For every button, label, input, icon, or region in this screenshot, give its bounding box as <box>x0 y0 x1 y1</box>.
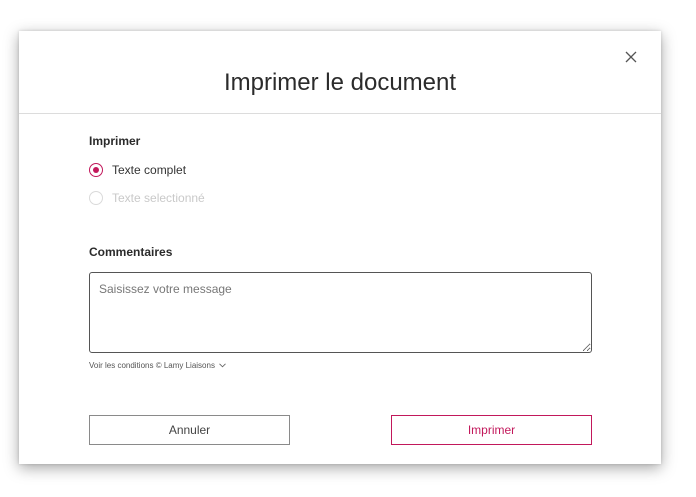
print-dialog: Imprimer le document Imprimer Texte comp… <box>19 31 661 464</box>
cancel-button[interactable]: Annuler <box>89 415 290 445</box>
conditions-link[interactable]: Voir les conditions © Lamy Liaisons <box>89 361 226 370</box>
radio-option-selected-text[interactable]: Texte selectionné <box>89 190 205 206</box>
radio-selected-text-label: Texte selectionné <box>112 191 205 205</box>
radio-full-text-label: Texte complet <box>112 163 187 177</box>
print-button[interactable]: Imprimer <box>391 415 592 445</box>
close-button[interactable] <box>623 49 639 65</box>
radio-selected-text-disabled[interactable] <box>89 191 103 205</box>
dialog-title: Imprimer le document <box>223 69 457 96</box>
chevron-down-icon <box>219 363 226 368</box>
comments-section-label: Commentaires <box>89 245 173 259</box>
radio-full-text-selected[interactable] <box>89 163 103 177</box>
dialog-header: Imprimer le document <box>19 31 661 114</box>
print-section-label: Imprimer <box>89 134 141 148</box>
comment-textarea[interactable] <box>89 272 592 353</box>
conditions-link-text: Voir les conditions © Lamy Liaisons <box>89 361 215 370</box>
close-icon <box>625 51 637 63</box>
radio-option-full-text[interactable]: Texte complet <box>89 162 186 178</box>
